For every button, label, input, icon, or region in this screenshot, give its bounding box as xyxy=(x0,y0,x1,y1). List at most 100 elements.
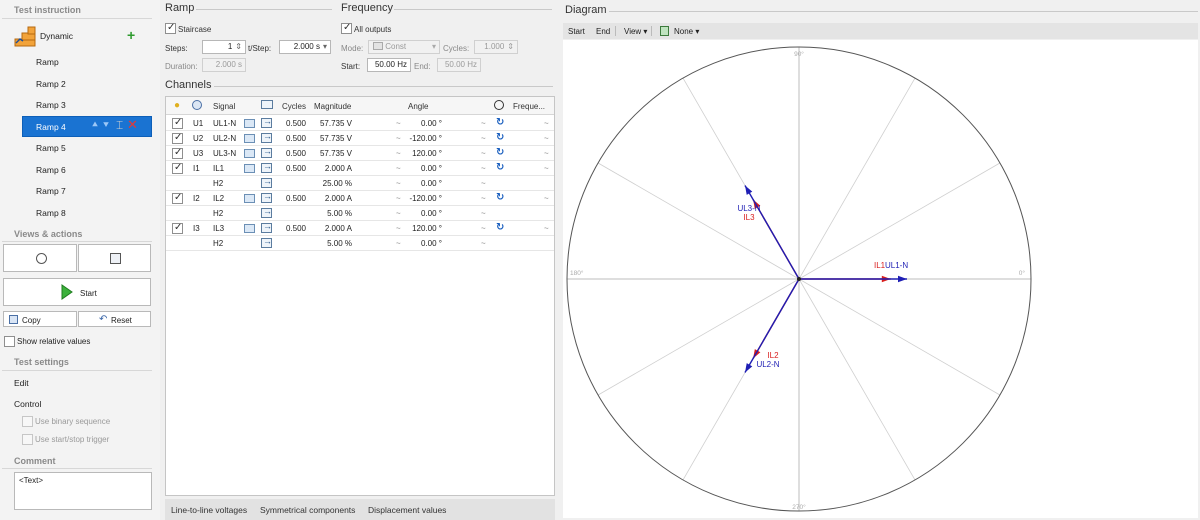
staircase-checkbox[interactable] xyxy=(165,22,176,34)
rotate-icon[interactable]: ↻ xyxy=(496,132,504,143)
table-row[interactable]: H225.00 %~0.00 °~ xyxy=(166,176,554,191)
view-button[interactable] xyxy=(78,244,151,272)
channel-checkbox[interactable] xyxy=(172,192,183,204)
channel-checkbox[interactable] xyxy=(172,162,183,174)
waveform-icon[interactable] xyxy=(244,224,255,233)
rotate-icon[interactable]: ↻ xyxy=(496,147,504,158)
tilde-icon[interactable]: ~ xyxy=(481,134,486,143)
channel-magnitude[interactable]: 2.000 A xyxy=(306,194,352,203)
output-map-icon[interactable] xyxy=(261,206,272,218)
ramp-item[interactable]: Ramp 6 xyxy=(36,165,66,175)
channel-angle[interactable]: -120.00 ° xyxy=(402,134,442,143)
output-map-icon[interactable] xyxy=(261,221,272,233)
table-row[interactable]: U2UL2-N0.50057.735 V~-120.00 °~↻~ xyxy=(166,131,554,146)
channel-angle[interactable]: 0.00 ° xyxy=(402,119,442,128)
waveform-icon[interactable] xyxy=(244,164,255,173)
channel-checkbox[interactable] xyxy=(172,222,183,234)
edit-link[interactable]: Edit xyxy=(14,378,29,388)
output-map-icon[interactable] xyxy=(261,161,272,173)
channel-magnitude[interactable]: 25.00 % xyxy=(306,179,352,188)
tilde-icon[interactable]: ~ xyxy=(481,194,486,203)
start-freq-input[interactable]: 50.00 Hz xyxy=(367,58,411,72)
table-row[interactable]: U1UL1-N0.50057.735 V~0.00 °~↻~ xyxy=(166,116,554,131)
show-relative-checkbox[interactable] xyxy=(4,336,15,347)
waveform-icon[interactable] xyxy=(244,134,255,143)
channel-cycles[interactable]: 0.500 xyxy=(282,224,306,233)
tilde-icon[interactable]: ~ xyxy=(481,149,486,158)
steps-input[interactable]: 1 ⇕ xyxy=(202,40,246,54)
ramp-item-selected[interactable]: Ramp 4 ⯅ ⯆ ⌶ ✕ xyxy=(22,116,152,137)
rotate-icon[interactable]: ↻ xyxy=(496,222,504,233)
tilde-icon[interactable]: ~ xyxy=(396,119,401,128)
tilde-icon[interactable]: ~ xyxy=(544,224,549,233)
tab-displacement[interactable]: Displacement values xyxy=(368,505,446,515)
tab-symmetrical[interactable]: Symmetrical components xyxy=(260,505,355,515)
tilde-icon[interactable]: ~ xyxy=(544,149,549,158)
table-row[interactable]: U3UL3-N0.50057.735 V~120.00 °~↻~ xyxy=(166,146,554,161)
channel-angle[interactable]: 0.00 ° xyxy=(402,239,442,248)
tilde-icon[interactable]: ~ xyxy=(544,164,549,173)
rotate-icon[interactable]: ↻ xyxy=(496,192,504,203)
channel-magnitude[interactable]: 57.735 V xyxy=(306,119,352,128)
tilde-icon[interactable]: ~ xyxy=(396,194,401,203)
waveform-icon[interactable] xyxy=(244,119,255,128)
delete-icon[interactable]: ✕ xyxy=(127,117,138,133)
tilde-icon[interactable]: ~ xyxy=(481,224,486,233)
tilde-icon[interactable]: ~ xyxy=(396,149,401,158)
table-row[interactable]: H25.00 %~0.00 °~ xyxy=(166,236,554,251)
channel-angle[interactable]: 0.00 ° xyxy=(402,209,442,218)
tilde-icon[interactable]: ~ xyxy=(481,119,486,128)
waveform-icon[interactable] xyxy=(244,149,255,158)
tab-line-voltages[interactable]: Line-to-line voltages xyxy=(171,505,247,515)
tilde-icon[interactable]: ~ xyxy=(396,134,401,143)
use-trigger-checkbox[interactable] xyxy=(22,434,33,445)
channel-cycles[interactable]: 0.500 xyxy=(282,134,306,143)
ramp-item[interactable]: Ramp 8 xyxy=(36,208,66,218)
table-row[interactable]: I3IL30.5002.000 A~120.00 °~↻~ xyxy=(166,221,554,236)
rotate-icon[interactable]: ↻ xyxy=(496,117,504,128)
tilde-icon[interactable]: ~ xyxy=(481,164,486,173)
tstep-select[interactable]: 2.000 s ▾ xyxy=(279,40,331,54)
channel-angle[interactable]: 120.00 ° xyxy=(402,149,442,158)
ramp-item[interactable]: Ramp 3 xyxy=(36,100,66,110)
rotate-icon[interactable]: ↻ xyxy=(496,162,504,173)
ramp-item[interactable]: Ramp 2 xyxy=(36,79,66,89)
tilde-icon[interactable]: ~ xyxy=(481,209,486,218)
move-down-icon[interactable]: ⯆ xyxy=(102,120,110,131)
channel-magnitude[interactable]: 5.00 % xyxy=(306,209,352,218)
output-map-icon[interactable] xyxy=(261,146,272,158)
view-button[interactable] xyxy=(3,244,77,272)
tilde-icon[interactable]: ~ xyxy=(396,239,401,248)
channel-magnitude[interactable]: 2.000 A xyxy=(306,164,352,173)
tilde-icon[interactable]: ~ xyxy=(481,239,486,248)
output-map-icon[interactable] xyxy=(261,191,272,203)
channel-checkbox[interactable] xyxy=(172,147,183,159)
output-map-icon[interactable] xyxy=(261,116,272,128)
waveform-icon[interactable] xyxy=(244,194,255,203)
output-map-icon[interactable] xyxy=(261,176,272,188)
dynamic-label[interactable]: Dynamic xyxy=(40,31,73,41)
rename-icon[interactable]: ⌶ xyxy=(116,118,123,133)
output-map-icon[interactable] xyxy=(261,131,272,143)
reset-button[interactable]: ↶ Reset xyxy=(78,311,151,327)
ramp-item[interactable]: Ramp 7 xyxy=(36,186,66,196)
channel-cycles[interactable]: 0.500 xyxy=(282,194,306,203)
channel-magnitude[interactable]: 5.00 % xyxy=(306,239,352,248)
toolbar-none[interactable]: None ▾ xyxy=(674,27,699,36)
tilde-icon[interactable]: ~ xyxy=(481,179,486,188)
start-button[interactable]: Start xyxy=(3,278,151,306)
ramp-item[interactable]: Ramp xyxy=(36,57,59,67)
channel-cycles[interactable]: 0.500 xyxy=(282,164,306,173)
channel-cycles[interactable]: 0.500 xyxy=(282,119,306,128)
tilde-icon[interactable]: ~ xyxy=(396,179,401,188)
ramp-item[interactable]: Ramp 5 xyxy=(36,143,66,153)
copy-button[interactable]: Copy xyxy=(3,311,77,327)
tilde-icon[interactable]: ~ xyxy=(544,119,549,128)
channel-magnitude[interactable]: 57.735 V xyxy=(306,149,352,158)
channel-checkbox[interactable] xyxy=(172,117,183,129)
tilde-icon[interactable]: ~ xyxy=(544,194,549,203)
tilde-icon[interactable]: ~ xyxy=(396,164,401,173)
output-map-icon[interactable] xyxy=(261,236,272,248)
all-outputs-checkbox[interactable] xyxy=(341,22,352,34)
mode-select[interactable]: Const ▾ xyxy=(368,40,440,54)
